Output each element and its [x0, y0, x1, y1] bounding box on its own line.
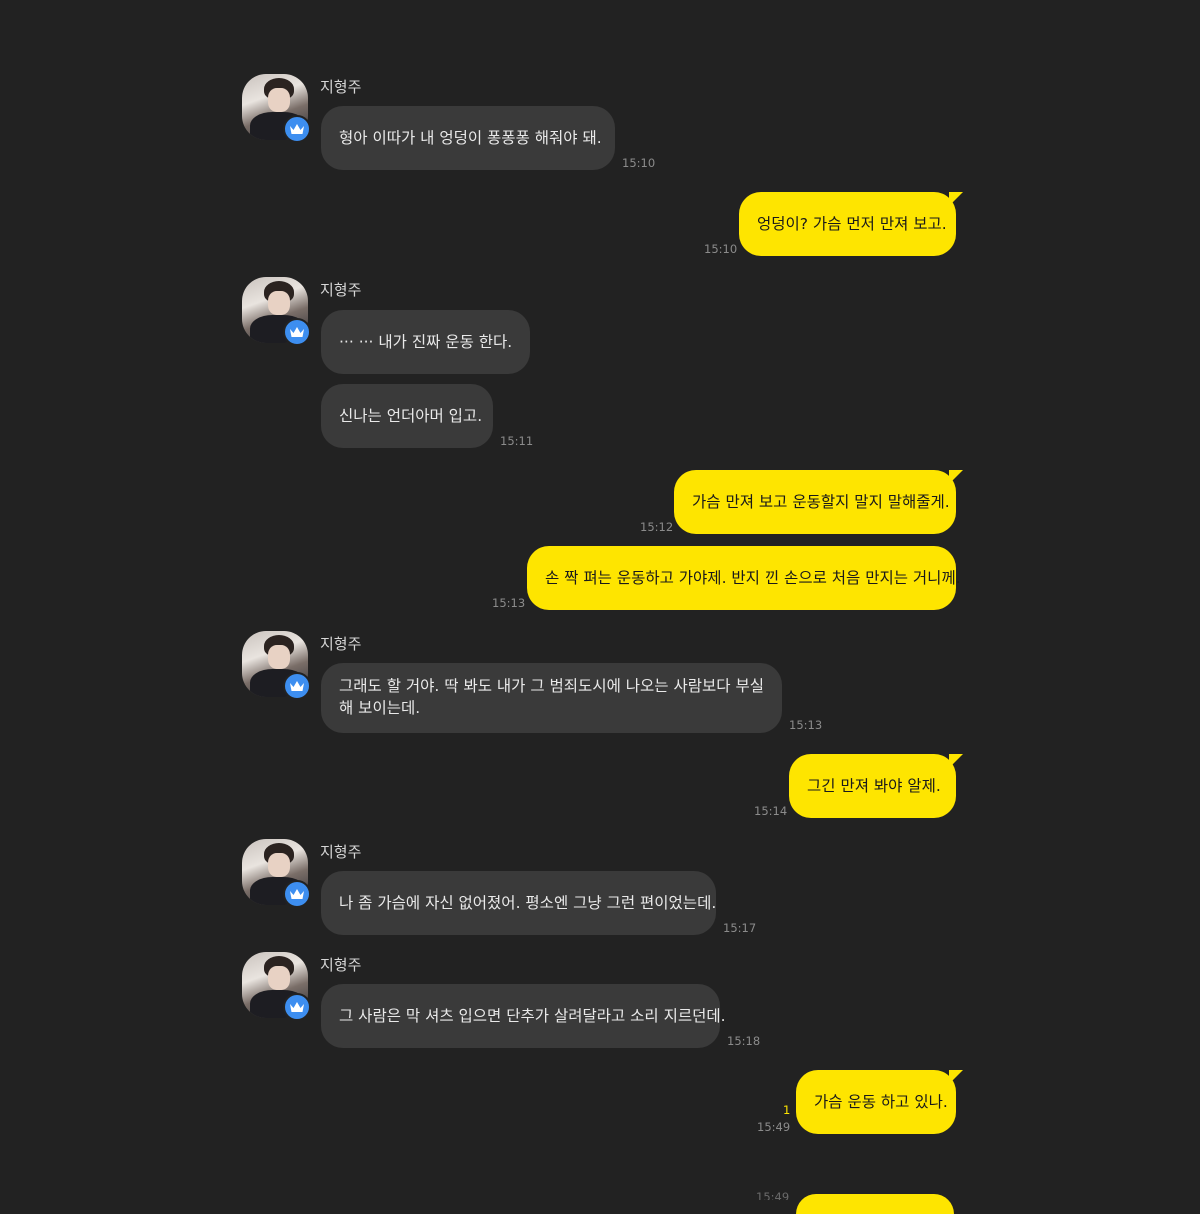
message-bubble[interactable]: 나 좀 가슴에 자신 없어졌어. 평소엔 그냥 그런 편이었는데.	[321, 871, 716, 935]
message-text: 그 사람은 막 셔츠 입으면 단추가 살려달라고 소리 지르던데.	[339, 1007, 726, 1025]
message-text: 가슴 만져 보고 운동할지 말지 말해줄게.	[692, 493, 950, 511]
message-bubble[interactable]: 가슴 만져 보고 운동할지 말지 말해줄게.	[674, 470, 963, 534]
message-time: 15:14	[754, 804, 788, 818]
message-time: 15:49	[757, 1120, 791, 1134]
contact-avatar[interactable]	[242, 74, 311, 143]
message-bubble[interactable]: 손 짝 펴는 운동하고 가야제. 반지 낀 손으로 처음 만지는 거니께.	[527, 546, 961, 610]
message-time: 15:10	[622, 156, 656, 170]
message-time: 15:10	[704, 242, 738, 256]
message-text: 그긴 만져 봐야 알제.	[807, 777, 941, 795]
crown-icon	[283, 318, 311, 346]
contact-avatar[interactable]	[242, 952, 311, 1021]
message-bubble[interactable]: 그 사람은 막 셔츠 입으면 단추가 살려달라고 소리 지르던데.	[321, 984, 726, 1048]
crown-icon	[283, 672, 311, 700]
message-text: ··· ··· 내가 진짜 운동 한다.	[339, 333, 513, 351]
unread-count: 1	[783, 1103, 791, 1117]
crown-icon	[283, 880, 311, 908]
message-bubble[interactable]: 그래도 할 거야. 딱 봐도 내가 그 범죄도시에 나오는 사람보다 부실해 보…	[321, 663, 782, 733]
message-time: 15:17	[723, 921, 757, 935]
message-text: 엉덩이? 가슴 먼저 만져 보고.	[757, 215, 947, 233]
crown-icon	[283, 115, 311, 143]
message-bubble[interactable]: 엉덩이? 가슴 먼저 만져 보고.	[739, 192, 963, 256]
crown-icon	[283, 993, 311, 1021]
message-time: 15:18	[727, 1034, 761, 1048]
message-text: 가슴 운동 하고 있나.	[814, 1093, 948, 1111]
message-bubble[interactable]: 그긴 만져 봐야 알제.	[789, 754, 963, 818]
message-time: 15:13	[492, 596, 526, 610]
contact-avatar[interactable]	[242, 631, 311, 700]
message-time: 15:11	[500, 434, 534, 448]
message-text: 형아 이따가 내 엉덩이 퐁퐁퐁 해줘야 돼.	[339, 129, 602, 147]
contact-name: 지형주	[320, 635, 362, 653]
message-bubble[interactable]: 가슴 운동 하고 있나.	[796, 1070, 963, 1134]
message-bubble[interactable]	[796, 1194, 954, 1214]
contact-name: 지형주	[320, 956, 362, 974]
contact-avatar[interactable]	[242, 839, 311, 908]
message-text: 신나는 언더아머 입고.	[339, 407, 483, 425]
message-time: 15:13	[789, 718, 823, 732]
contact-name: 지형주	[320, 843, 362, 861]
message-text: 손 짝 펴는 운동하고 가야제. 반지 낀 손으로 처음 만지는 거니께.	[545, 569, 961, 587]
contact-name: 지형주	[320, 78, 362, 96]
message-time: 15:49	[756, 1192, 790, 1200]
message-bubble[interactable]: 신나는 언더아머 입고.	[321, 384, 493, 448]
message-text: 나 좀 가슴에 자신 없어졌어. 평소엔 그냥 그런 편이었는데.	[339, 894, 717, 912]
message-time: 15:12	[640, 520, 674, 534]
message-bubble[interactable]: 형아 이따가 내 엉덩이 퐁퐁퐁 해줘야 돼.	[321, 106, 615, 170]
message-bubble[interactable]: ··· ··· 내가 진짜 운동 한다.	[321, 310, 530, 374]
contact-name: 지형주	[320, 281, 362, 299]
contact-avatar[interactable]	[242, 277, 311, 346]
message-text: 그래도 할 거야. 딱 봐도 내가 그 범죄도시에 나오는 사람보다 부실해 보…	[339, 677, 764, 717]
